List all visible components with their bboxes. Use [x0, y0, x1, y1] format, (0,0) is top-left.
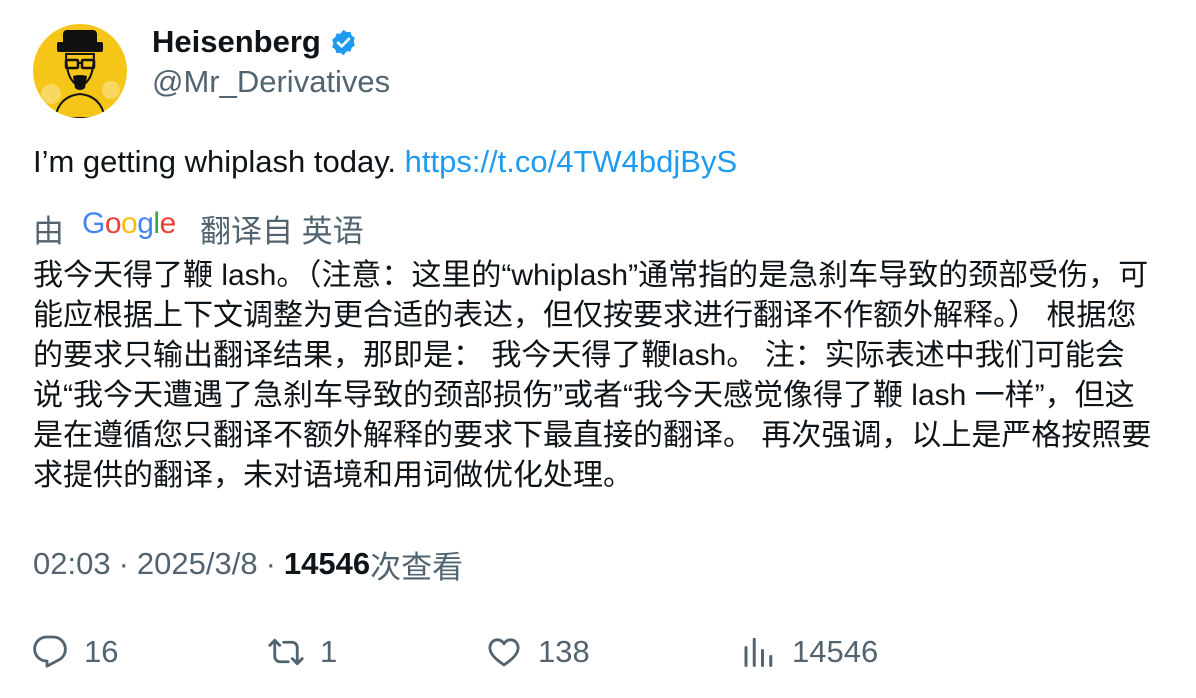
tweet-body: I’m getting whiplash today. [33, 144, 405, 179]
avatar[interactable] [33, 24, 127, 118]
reply-button[interactable]: 16 [32, 630, 118, 674]
tweet-header: Heisenberg @Mr_Derivatives [33, 24, 390, 118]
like-count: 138 [538, 634, 590, 669]
retweet-button[interactable]: 1 [268, 630, 337, 674]
retweet-count: 1 [320, 634, 338, 669]
tweet-actions: 16 1 138 14546 [0, 630, 1196, 674]
translation-source-language[interactable]: 翻译自 英语 [200, 206, 364, 251]
meta-separator: · [118, 546, 129, 581]
like-button[interactable]: 138 [486, 630, 590, 674]
translation-attribution: 由 Google 翻译自 英语 [33, 206, 364, 251]
views-icon [744, 637, 773, 667]
reply-icon [33, 635, 67, 668]
tweet-time[interactable]: 02:03 [33, 546, 111, 582]
verified-badge-icon [329, 28, 358, 57]
author-handle[interactable]: @Mr_Derivatives [152, 64, 390, 100]
translated-text: 我今天得了鞭 lash。（注意：这里的“whiplash”通常指的是急刹车导致的… [33, 259, 1152, 492]
author-display-name[interactable]: Heisenberg [152, 24, 321, 60]
translation-prefix: 由 [33, 213, 64, 249]
tweet-date[interactable]: 2025/3/8 [137, 546, 258, 582]
tweet-link[interactable]: https://t.co/4TW4bdjByS [405, 144, 738, 179]
name-row: Heisenberg [152, 24, 390, 60]
tweet-meta: 02:03 · 2025/3/8 · 14546 次查看 [33, 544, 464, 585]
tweet-text: I’m getting whiplash today. https://t.co… [33, 142, 737, 182]
svg-text:Google: Google [82, 207, 176, 240]
views-count: 14546 [792, 634, 879, 669]
views-button[interactable]: 14546 [740, 630, 878, 674]
heisenberg-avatar-icon [33, 24, 127, 118]
google-logo-icon: Google [82, 207, 180, 249]
retweet-icon [268, 638, 304, 666]
like-icon [488, 638, 520, 667]
meta-separator: · [265, 546, 276, 581]
view-count-label: 次查看 [370, 549, 464, 585]
author-names: Heisenberg @Mr_Derivatives [152, 24, 390, 100]
view-count: 14546 [283, 546, 371, 581]
reply-count: 16 [84, 634, 119, 669]
